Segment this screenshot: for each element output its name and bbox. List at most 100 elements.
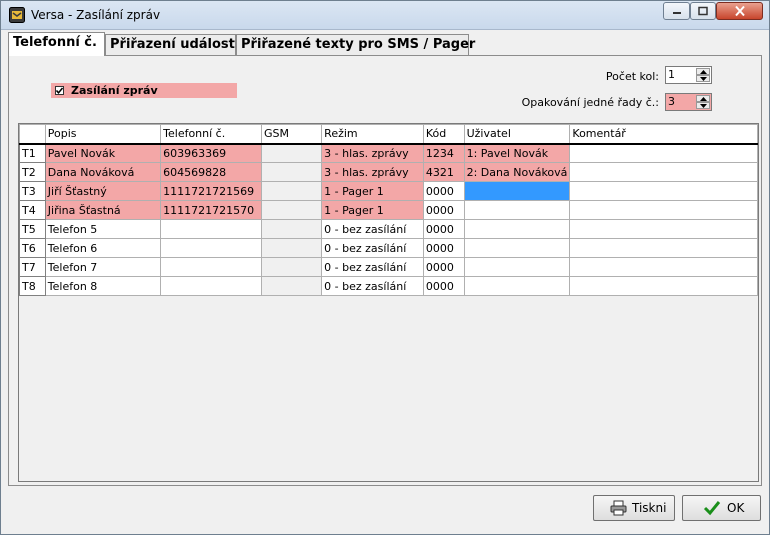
cell-gsm[interactable]	[260, 143, 323, 163]
cell-popis[interactable]: Jiří Šťastný	[44, 181, 162, 201]
row-id[interactable]: T2	[19, 162, 46, 182]
tab-prirazeni-udalosti[interactable]: Přiřazení událostí	[105, 34, 239, 55]
row-id[interactable]: T6	[19, 238, 46, 258]
rounds-spinner[interactable]: 1	[665, 66, 712, 84]
cell-uzivatel[interactable]	[463, 219, 571, 239]
cell-gsm[interactable]	[260, 276, 323, 296]
tab-panel: Zasílání zpráv Počet kol: 1 Opakování je…	[8, 55, 762, 486]
row-id[interactable]: T5	[19, 219, 46, 239]
cell-telefon[interactable]: 1111721721570	[160, 200, 262, 220]
cell-komentar[interactable]	[569, 162, 758, 182]
cell-komentar[interactable]	[569, 238, 758, 258]
header-telefonni-cislo[interactable]: Telefonní č.	[160, 124, 262, 144]
cell-uzivatel[interactable]: 2: Dana Nováková	[463, 162, 571, 182]
cell-popis[interactable]: Telefon 6	[44, 238, 162, 258]
cell-komentar[interactable]	[569, 200, 758, 220]
table-row[interactable]: T8 Telefon 8 0 - bez zasílání 0000	[19, 276, 758, 296]
ok-button[interactable]: OK	[682, 495, 761, 521]
cell-telefon[interactable]	[160, 257, 262, 277]
cell-kod[interactable]: 0000	[422, 238, 465, 258]
table-row[interactable]: T7 Telefon 7 0 - bez zasílání 0000	[19, 257, 758, 277]
table-row[interactable]: T5 Telefon 5 0 - bez zasílání 0000	[19, 219, 758, 239]
cell-telefon[interactable]	[160, 219, 262, 239]
arrow-up-icon	[700, 70, 707, 74]
cell-rezim[interactable]: 0 - bez zasílání	[321, 219, 424, 239]
row-id[interactable]: T8	[19, 276, 46, 296]
repeat-down-button[interactable]	[696, 102, 710, 109]
row-id[interactable]: T7	[19, 257, 46, 277]
cell-rezim[interactable]: 0 - bez zasílání	[321, 276, 424, 296]
cell-popis[interactable]: Jiřina Šťastná	[44, 200, 162, 220]
maximize-button[interactable]	[690, 2, 716, 20]
cell-kod[interactable]: 0000	[422, 219, 465, 239]
cell-uzivatel[interactable]	[463, 200, 571, 220]
header-rezim[interactable]: Režim	[321, 124, 424, 144]
header-gsm[interactable]: GSM	[260, 124, 323, 144]
cell-kod[interactable]: 1234	[422, 143, 465, 163]
cell-gsm[interactable]	[260, 257, 323, 277]
header-kod[interactable]: Kód	[422, 124, 465, 144]
cell-telefon[interactable]: 603963369	[160, 143, 262, 163]
table-row[interactable]: T1 Pavel Novák 603963369 3 - hlas. zpráv…	[19, 143, 758, 163]
minimize-button[interactable]	[663, 2, 690, 20]
cell-rezim[interactable]: 3 - hlas. zprávy	[321, 143, 424, 163]
cell-rezim[interactable]: 0 - bez zasílání	[321, 257, 424, 277]
cell-rezim[interactable]: 0 - bez zasílání	[321, 238, 424, 258]
print-button[interactable]: Tiskni	[593, 495, 675, 521]
row-id[interactable]: T1	[19, 143, 46, 163]
cell-gsm[interactable]	[260, 181, 323, 201]
cell-uzivatel-selected[interactable]	[463, 181, 571, 201]
cell-popis[interactable]: Pavel Novák	[44, 143, 162, 163]
cell-komentar[interactable]	[569, 143, 758, 163]
close-button[interactable]	[716, 2, 763, 20]
cell-telefon[interactable]	[160, 276, 262, 296]
cell-komentar[interactable]	[569, 276, 758, 296]
table-row[interactable]: T4 Jiřina Šťastná 1111721721570 1 - Page…	[19, 200, 758, 220]
cell-telefon[interactable]: 1111721721569	[160, 181, 262, 201]
repeat-spinner[interactable]: 3	[665, 93, 712, 111]
cell-popis[interactable]: Telefon 5	[44, 219, 162, 239]
repeat-up-button[interactable]	[696, 95, 710, 102]
cell-komentar[interactable]	[569, 257, 758, 277]
cell-rezim[interactable]: 3 - hlas. zprávy	[321, 162, 424, 182]
cell-gsm[interactable]	[260, 238, 323, 258]
cell-uzivatel[interactable]: 1: Pavel Novák	[463, 143, 571, 163]
cell-kod[interactable]: 0000	[422, 181, 465, 201]
rounds-label: Počet kol:	[605, 70, 659, 83]
row-id[interactable]: T4	[19, 200, 46, 220]
cell-rezim[interactable]: 1 - Pager 1	[321, 200, 424, 220]
table-row[interactable]: T6 Telefon 6 0 - bez zasílání 0000	[19, 238, 758, 258]
close-icon	[734, 5, 745, 17]
header-uzivatel[interactable]: Uživatel	[463, 124, 571, 144]
header-popis[interactable]: Popis	[44, 124, 162, 144]
cell-telefon[interactable]	[160, 238, 262, 258]
table-row[interactable]: T3 Jiří Šťastný 1111721721569 1 - Pager …	[19, 181, 758, 201]
rounds-up-button[interactable]	[696, 68, 710, 75]
header-komentar[interactable]: Komentář	[569, 124, 758, 144]
row-id[interactable]: T3	[19, 181, 46, 201]
tab-prirazene-texty[interactable]: Přiřazené texty pro SMS / Pager	[236, 34, 475, 55]
cell-kod[interactable]: 0000	[422, 257, 465, 277]
cell-popis[interactable]: Telefon 7	[44, 257, 162, 277]
enable-messages-checkbox[interactable]	[55, 86, 64, 95]
cell-rezim[interactable]: 1 - Pager 1	[321, 181, 424, 201]
table-row[interactable]: T2 Dana Nováková 604569828 3 - hlas. zpr…	[19, 162, 758, 182]
tab-telefonni-cisla[interactable]: Telefonní č.	[8, 32, 105, 56]
cell-gsm[interactable]	[260, 162, 323, 182]
cell-popis[interactable]: Dana Nováková	[44, 162, 162, 182]
cell-kod[interactable]: 0000	[422, 276, 465, 296]
cell-uzivatel[interactable]	[463, 257, 571, 277]
cell-kod[interactable]: 4321	[422, 162, 465, 182]
cell-gsm[interactable]	[260, 219, 323, 239]
cell-kod[interactable]: 0000	[422, 200, 465, 220]
cell-komentar[interactable]	[569, 219, 758, 239]
cell-popis[interactable]: Telefon 8	[44, 276, 162, 296]
cell-uzivatel[interactable]	[463, 238, 571, 258]
cell-uzivatel[interactable]	[463, 276, 571, 296]
checkmark-icon	[703, 499, 721, 525]
rounds-down-button[interactable]	[696, 75, 710, 82]
minimize-icon	[672, 12, 681, 14]
cell-komentar[interactable]	[569, 181, 758, 201]
cell-gsm[interactable]	[260, 200, 323, 220]
cell-telefon[interactable]: 604569828	[160, 162, 262, 182]
